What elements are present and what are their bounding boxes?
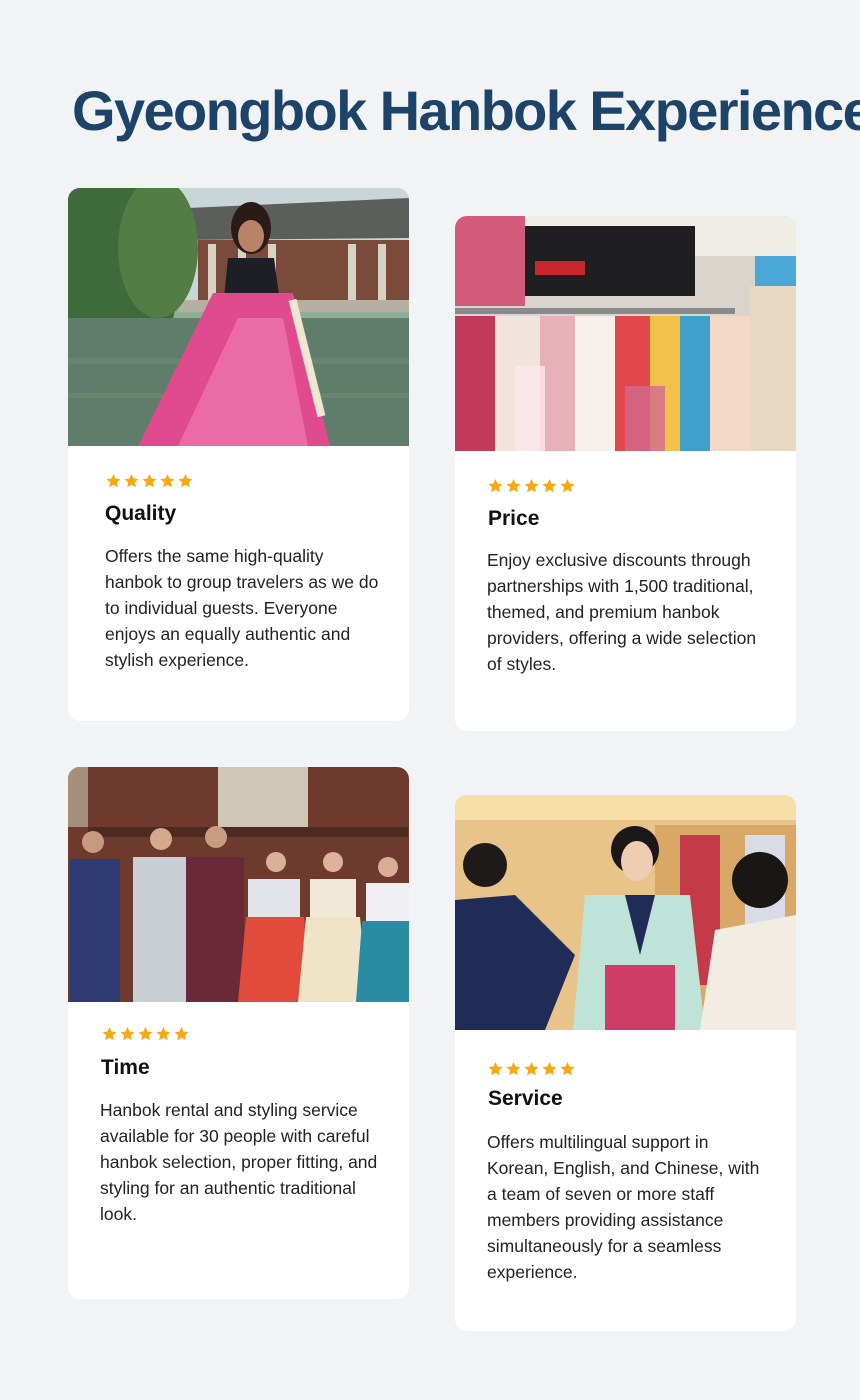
time-rating-stars (101, 1026, 190, 1042)
star-icon (120, 1027, 135, 1041)
quality-rating-stars (105, 473, 194, 489)
star-icon (560, 1062, 575, 1076)
star-icon (142, 474, 157, 488)
quality-image (68, 188, 409, 446)
star-icon (178, 474, 193, 488)
feature-card-price: Price Enjoy exclusive discounts through … (455, 216, 796, 731)
star-icon (506, 479, 521, 493)
service-rating-stars (487, 1061, 576, 1077)
quality-description: Offers the same high-quality hanbok to g… (105, 546, 379, 670)
star-icon (542, 479, 557, 493)
star-icon (488, 479, 503, 493)
star-icon (506, 1062, 521, 1076)
time-image (68, 767, 409, 1002)
service-title: Service (488, 1087, 563, 1110)
star-icon (160, 474, 175, 488)
star-icon (156, 1027, 171, 1041)
star-icon (524, 479, 539, 493)
price-image (455, 216, 796, 451)
price-rating-stars (487, 478, 576, 494)
page-title: Gyeongbok Hanbok Experience (72, 79, 860, 142)
feature-card-quality: Quality Offers the same high-quality han… (68, 188, 409, 721)
star-icon (174, 1027, 189, 1041)
star-icon (106, 474, 121, 488)
quality-title: Quality (105, 502, 177, 525)
price-title: Price (488, 507, 540, 530)
service-description: Offers multilingual support in Korean, E… (487, 1132, 760, 1282)
star-icon (124, 474, 139, 488)
price-description: Enjoy exclusive discounts through partne… (487, 550, 757, 674)
star-icon (542, 1062, 557, 1076)
star-icon (138, 1027, 153, 1041)
star-icon (488, 1062, 503, 1076)
time-title: Time (101, 1056, 150, 1079)
time-description: Hanbok rental and styling service availa… (100, 1100, 378, 1224)
star-icon (102, 1027, 117, 1041)
feature-card-time: Time Hanbok rental and styling service a… (68, 767, 409, 1299)
service-image (455, 795, 796, 1030)
feature-card-service: Service Offers multilingual support in K… (455, 795, 796, 1331)
star-icon (524, 1062, 539, 1076)
star-icon (560, 479, 575, 493)
